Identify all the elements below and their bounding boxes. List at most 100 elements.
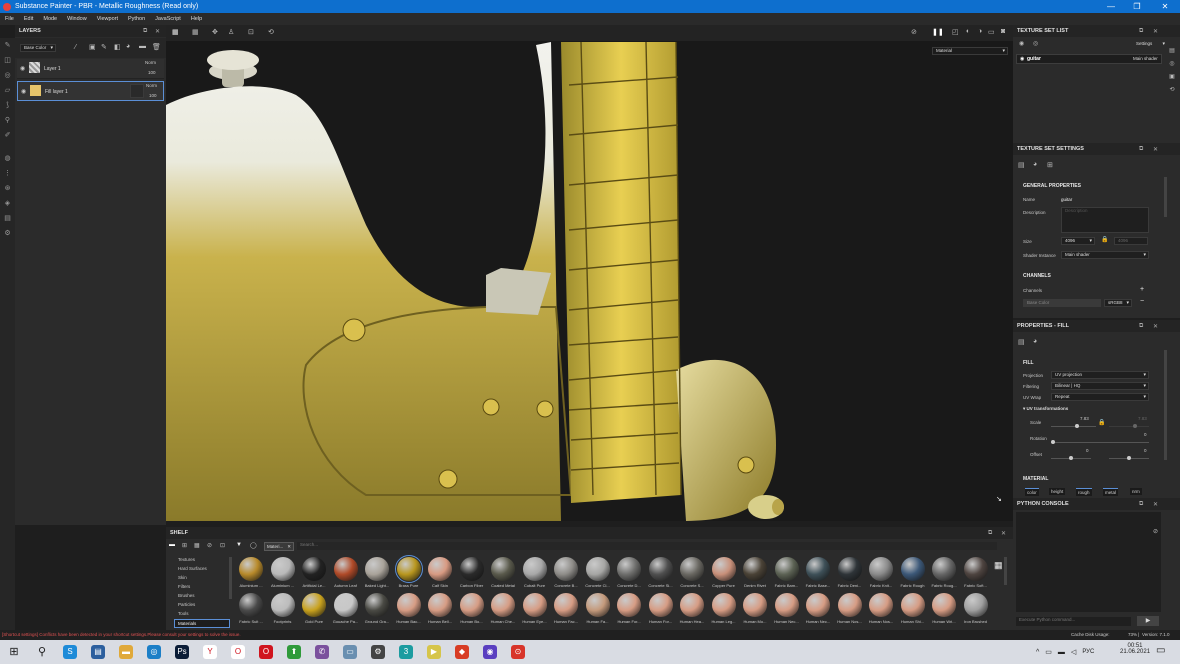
add-effect-icon[interactable]: ⁄ <box>75 44 76 51</box>
uv-tab-icon[interactable]: ⊞ <box>1047 161 1053 169</box>
taskbar-app-icon[interactable]: ▤ <box>84 640 112 664</box>
material-preset[interactable]: Human Fa... <box>583 593 613 624</box>
wifi-icon[interactable]: ▭ <box>1045 648 1052 656</box>
material-tab-icon[interactable]: ◕ <box>1033 161 1037 168</box>
physical-paint-icon[interactable]: ⊛ <box>0 181 15 196</box>
material-preset[interactable]: Human Bac... <box>394 593 424 624</box>
layer-opacity[interactable]: 100 <box>149 93 157 98</box>
tiles-icon[interactable]: ▦ <box>194 542 200 549</box>
minimize-button[interactable]: — <box>1098 0 1124 13</box>
taskbar-app-icon[interactable]: ⬆ <box>280 640 308 664</box>
close-panel-icon[interactable]: ✕ <box>1153 323 1158 330</box>
offset-slider-1[interactable] <box>1051 456 1091 460</box>
export-icon[interactable]: ▤ <box>0 211 15 226</box>
material-preset[interactable]: Autumn Leaf <box>331 557 361 588</box>
material-preset[interactable]: Fabric Knit... <box>866 557 896 588</box>
name-value[interactable]: guitar <box>1061 197 1072 202</box>
menu-javascript[interactable]: JavaScript <box>150 16 186 22</box>
category-textures[interactable]: Textures <box>178 557 195 562</box>
visibility-icon[interactable]: ◉ <box>21 88 26 95</box>
maximize-button[interactable]: ❐ <box>1124 0 1150 13</box>
taskbar-app-icon[interactable]: ◎ <box>140 640 168 664</box>
remove-filter-icon[interactable]: ✕ <box>287 543 291 550</box>
material-preset[interactable]: Gold Pure <box>299 593 329 624</box>
material-preset[interactable]: Footprints <box>268 593 298 624</box>
texture-set-eye-icon[interactable]: ◉ <box>1020 56 1024 62</box>
filter-tag[interactable]: Materi... ✕ <box>264 542 294 551</box>
taskbar-app-icon[interactable]: ✆ <box>308 640 336 664</box>
material-preset[interactable]: Human Bo... <box>457 593 487 624</box>
shader-instance-select[interactable]: Main shader ▾ <box>1061 251 1149 259</box>
material-preset[interactable]: Human Nec... <box>772 593 802 624</box>
material-tab-rough[interactable]: rough <box>1076 488 1092 496</box>
material-preset[interactable]: Human Bell... <box>425 593 455 624</box>
add-folder-icon[interactable]: ▬ <box>139 43 146 50</box>
menu-file[interactable]: File <box>0 16 19 22</box>
material-preset[interactable]: Human Shi... <box>898 593 928 624</box>
clone-icon[interactable]: ⚲ <box>0 113 15 128</box>
filter-icon[interactable]: ▼ <box>236 542 242 548</box>
add-smart-icon[interactable]: ◕ <box>126 43 130 50</box>
search-icon[interactable]: ⚲ <box>28 640 56 664</box>
material-preset[interactable]: Fabric Roug... <box>929 557 959 588</box>
offset-slider-1-knob[interactable] <box>1069 456 1073 460</box>
close-panel-icon[interactable]: ✕ <box>1153 146 1158 153</box>
category-particles[interactable]: Particles <box>178 602 195 607</box>
new-shelf-icon[interactable]: ⊞ <box>182 542 187 549</box>
offset-slider-2-knob[interactable] <box>1127 456 1131 460</box>
taskbar-app-icon[interactable]: Y <box>196 640 224 664</box>
projection-icon[interactable]: ◎ <box>0 68 15 83</box>
shelf-search-input[interactable]: Search... <box>297 542 997 550</box>
layer-row[interactable]: ◉ Fill layer 1 Norm 100 <box>17 81 164 101</box>
language-indicator[interactable]: РУС <box>1082 649 1094 655</box>
taskbar-app-icon[interactable]: S <box>56 640 84 664</box>
material-preset[interactable]: Human Hea... <box>677 593 707 624</box>
clock[interactable]: 00:51 21.06.2021 <box>1120 643 1150 655</box>
add-fill-layer-icon[interactable]: ◧ <box>114 43 121 51</box>
filtering-select[interactable]: Bilinear | HQ ▾ <box>1051 382 1149 390</box>
layer-blend-mode[interactable]: Norm <box>146 83 157 88</box>
menu-window[interactable]: Window <box>62 16 92 22</box>
material-tab-height[interactable]: height <box>1049 488 1066 495</box>
scale-slider-knob[interactable] <box>1075 424 1079 428</box>
quick-mask-icon[interactable]: ◍ <box>0 151 15 166</box>
material-preset[interactable]: Human For... <box>646 593 676 624</box>
category-brushes[interactable]: Brushes <box>178 593 195 598</box>
battery-icon[interactable]: ▬ <box>1058 649 1065 656</box>
float-icon[interactable]: ⧉ <box>143 28 147 35</box>
material-preset[interactable]: Human For... <box>614 593 644 624</box>
material-preset[interactable]: Baked Light... <box>362 557 392 588</box>
scrollbar[interactable] <box>1164 350 1167 460</box>
settings-icon[interactable]: ⚙ <box>0 226 15 241</box>
hide-icon[interactable]: ⊘ <box>207 542 212 549</box>
material-preset[interactable]: Aluminium ... <box>268 557 298 588</box>
material-tab-nrm[interactable]: nrm <box>1130 488 1142 495</box>
taskbar-app-icon[interactable]: ⊙ <box>504 640 532 664</box>
float-icon[interactable]: ⧉ <box>1139 146 1143 153</box>
bake-icon[interactable]: ◈ <box>0 196 15 211</box>
material-preset[interactable]: Human Leg... <box>709 593 739 624</box>
material-preset[interactable]: Human Nos... <box>835 593 865 624</box>
material-preset[interactable]: Human Mo... <box>740 593 770 624</box>
material-preset[interactable]: Coated Metal <box>488 557 518 588</box>
close-panel-icon[interactable]: ✕ <box>155 28 160 35</box>
material-preset[interactable]: Human Nos... <box>866 593 896 624</box>
texture-set-icon[interactable]: ▤ <box>1164 47 1180 54</box>
link-icon[interactable]: ◎ <box>1033 40 1038 47</box>
add-paint-layer-icon[interactable]: ✎ <box>101 43 107 51</box>
material-preset[interactable]: Cobalt Pure <box>520 557 550 588</box>
material-preset[interactable]: Fabric Suit ... <box>236 593 266 624</box>
material-preset[interactable]: Denim Rivet <box>740 557 770 588</box>
clear-console-icon[interactable]: ⊘ <box>1153 528 1158 535</box>
size-select[interactable]: 4096 ▾ <box>1061 237 1095 245</box>
material-tab-icon[interactable]: ◕ <box>1033 338 1037 345</box>
remove-channel-icon[interactable]: − <box>1140 298 1144 305</box>
menu-help[interactable]: Help <box>186 16 207 22</box>
taskbar-app-icon[interactable]: Ps <box>168 640 196 664</box>
material-preset[interactable]: Concrete Cl... <box>583 557 613 588</box>
close-panel-icon[interactable]: ✕ <box>1001 530 1006 537</box>
symmetry-icon[interactable]: ⋮ <box>0 166 15 181</box>
folder-icon[interactable]: ▬ <box>169 542 175 548</box>
taskbar-app-icon[interactable]: ◉ <box>476 640 504 664</box>
eraser-icon[interactable]: ◫ <box>0 53 15 68</box>
